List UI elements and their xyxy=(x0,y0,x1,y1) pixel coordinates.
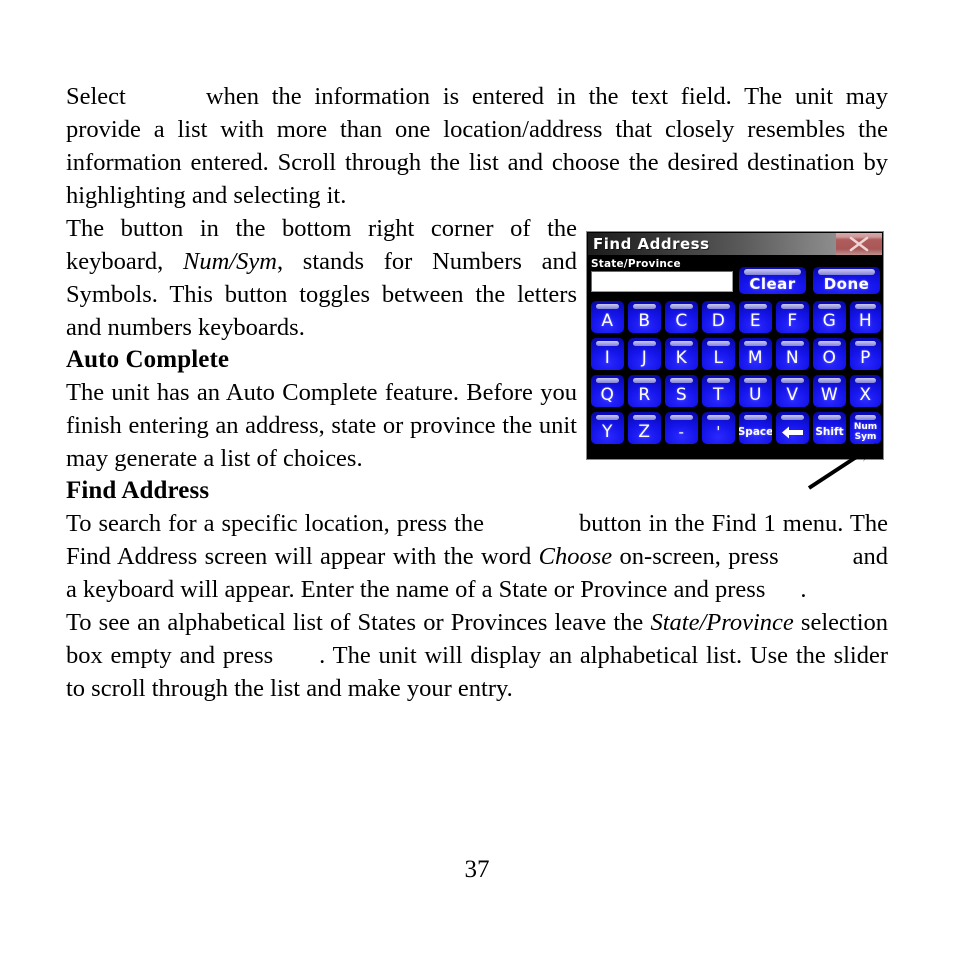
key-backspace[interactable] xyxy=(776,412,809,444)
key-a-label: A xyxy=(601,310,614,331)
key-hyphen[interactable]: - xyxy=(665,412,698,444)
p5-stateprovince-emphasis: State/Province xyxy=(650,609,794,636)
paragraph-select-instruction: Select when the information is entered in… xyxy=(66,80,888,212)
key-o-label: O xyxy=(822,347,837,368)
key-f-label: F xyxy=(787,310,798,331)
backspace-arrow-icon xyxy=(776,420,809,444)
heading-auto-complete: Auto Complete xyxy=(66,346,230,373)
clear-button-label: Clear xyxy=(749,274,796,293)
paragraph-auto-complete: The unit has an Auto Complete feature. B… xyxy=(66,376,577,475)
p4-part-c: on-screen, press xyxy=(612,543,779,570)
key-c-label: C xyxy=(675,310,688,331)
paragraph-numsym-explanation: The button in the bottom right corner of… xyxy=(66,212,577,344)
p3-text: The unit has an Auto Complete feature. B… xyxy=(66,379,577,472)
key-s[interactable]: S xyxy=(665,375,698,407)
p1-part-b: when the information is entered in the t… xyxy=(66,83,888,209)
page-number: 37 xyxy=(464,856,490,883)
key-v[interactable]: V xyxy=(776,375,809,407)
done-button[interactable]: Done xyxy=(813,267,880,294)
key-b-label: B xyxy=(638,310,651,331)
key-g-label: G xyxy=(822,310,837,331)
key-e-label: E xyxy=(749,310,762,331)
key-shift[interactable]: Shift xyxy=(813,412,846,444)
key-space-label: Space xyxy=(739,425,772,438)
key-shift-label: Shift xyxy=(815,425,844,438)
key-num-sym-label: Num Sym xyxy=(853,422,878,443)
close-button[interactable] xyxy=(836,233,882,255)
key-c[interactable]: C xyxy=(665,301,698,333)
state-province-label: State/Province xyxy=(591,258,681,270)
key-r-label: R xyxy=(638,384,651,405)
key-apostrophe[interactable]: ' xyxy=(702,412,735,444)
p4-part-a: To search for a specific location, press… xyxy=(66,510,485,537)
key-y-label: Y xyxy=(602,421,613,442)
key-q[interactable]: Q xyxy=(591,375,624,407)
key-o[interactable]: O xyxy=(813,338,846,370)
key-e[interactable]: E xyxy=(739,301,772,333)
find-address-dialog: Find Address State/Province Clear Done A… xyxy=(586,231,884,460)
key-k[interactable]: K xyxy=(665,338,698,370)
titlebar-background: Find Address xyxy=(588,233,836,255)
key-x[interactable]: X xyxy=(850,375,881,407)
key-l-label: L xyxy=(713,347,724,368)
key-m-label: M xyxy=(747,347,764,368)
p2-numsym-emphasis: Num/Sym xyxy=(183,248,277,275)
key-t-label: T xyxy=(713,384,724,405)
heading-find-address: Find Address xyxy=(66,477,210,504)
key-n-label: N xyxy=(785,347,800,368)
key-u[interactable]: U xyxy=(739,375,772,407)
dialog-title: Find Address xyxy=(593,234,710,253)
key-a[interactable]: A xyxy=(591,301,624,333)
dialog-titlebar: Find Address xyxy=(588,233,882,255)
key-q-label: Q xyxy=(600,384,615,405)
key-apostrophe-label: ' xyxy=(716,422,721,441)
p4-choose-emphasis: Choose xyxy=(538,543,613,570)
state-province-input[interactable] xyxy=(591,271,733,292)
key-space[interactable]: Space xyxy=(739,412,772,444)
key-s-label: S xyxy=(675,384,688,405)
p1-part-a: Select xyxy=(66,83,126,110)
key-d[interactable]: D xyxy=(702,301,735,333)
key-v-label: V xyxy=(786,384,799,405)
key-j-label: J xyxy=(641,347,648,368)
key-x-label: X xyxy=(859,384,872,405)
key-d-label: D xyxy=(711,310,726,331)
key-z-label: Z xyxy=(638,421,651,442)
p4-part-e: . xyxy=(800,576,807,603)
key-i[interactable]: I xyxy=(591,338,624,370)
key-w[interactable]: W xyxy=(813,375,846,407)
find-address-figure: Find Address State/Province Clear Done A… xyxy=(586,231,884,490)
key-f[interactable]: F xyxy=(776,301,809,333)
key-i-label: I xyxy=(604,347,611,368)
key-w-label: W xyxy=(820,384,839,405)
key-m[interactable]: M xyxy=(739,338,772,370)
paragraph-alphabetical-list: To see an alphabetical list of States or… xyxy=(66,606,888,705)
key-num-sym[interactable]: Num Sym xyxy=(850,412,881,444)
key-h-label: H xyxy=(858,310,873,331)
p5-part-a: To see an alphabetical list of States or… xyxy=(66,609,651,636)
key-y[interactable]: Y xyxy=(591,412,624,444)
key-u-label: U xyxy=(749,384,762,405)
key-l[interactable]: L xyxy=(702,338,735,370)
key-p-label: P xyxy=(860,347,871,368)
paragraph-find-address-steps: To search for a specific location, press… xyxy=(66,507,888,606)
key-z[interactable]: Z xyxy=(628,412,661,444)
key-h[interactable]: H xyxy=(850,301,881,333)
key-j[interactable]: J xyxy=(628,338,661,370)
key-g[interactable]: G xyxy=(813,301,846,333)
key-k-label: K xyxy=(675,347,688,368)
key-b[interactable]: B xyxy=(628,301,661,333)
key-hyphen-label: - xyxy=(678,422,685,441)
clear-button[interactable]: Clear xyxy=(739,267,806,294)
done-button-label: Done xyxy=(823,274,870,293)
key-n[interactable]: N xyxy=(776,338,809,370)
key-t[interactable]: T xyxy=(702,375,735,407)
key-p[interactable]: P xyxy=(850,338,881,370)
key-r[interactable]: R xyxy=(628,375,661,407)
